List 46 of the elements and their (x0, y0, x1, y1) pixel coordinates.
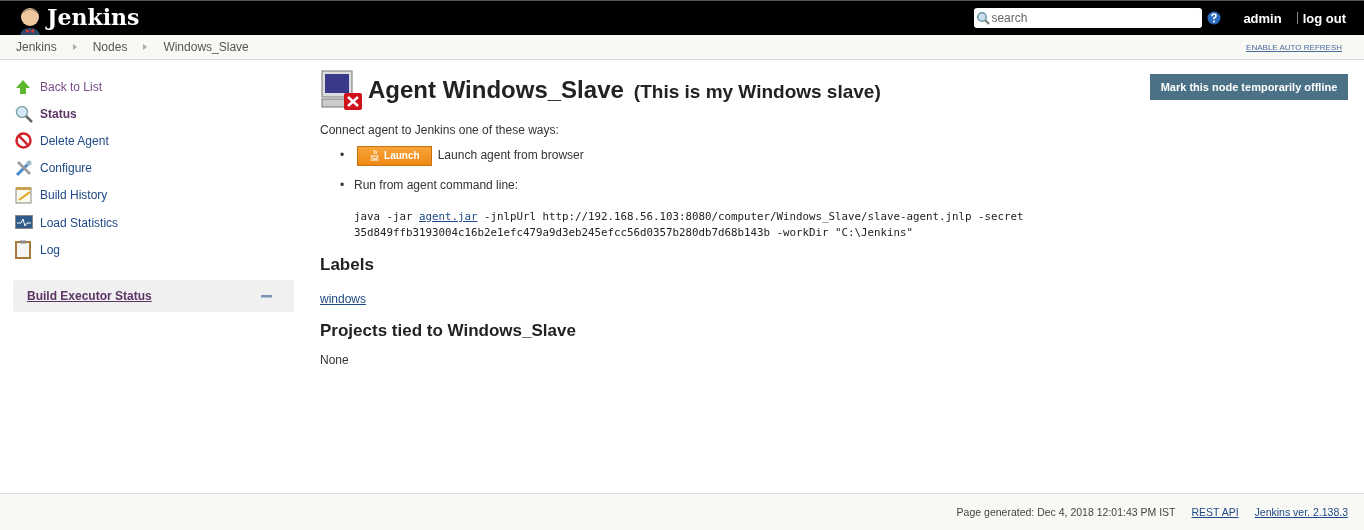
no-entry-icon (15, 132, 32, 150)
command-intro-text: Run from agent command line: (354, 178, 519, 192)
auto-refresh-link[interactable]: ENABLE AUTO REFRESH (1246, 42, 1342, 52)
sidebar-link[interactable]: Log (40, 242, 61, 257)
logo-text[interactable]: Jenkins (47, 3, 140, 30)
sidebar-link[interactable]: Back to List (40, 79, 103, 94)
help-icon[interactable] (1207, 11, 1222, 25)
page-generated-text: Page generated: Dec 4, 2018 12:01:43 PM IST (956, 506, 1176, 518)
command-text: java -jar agent.jar -jnlpUrl http://192.168.56.103:8080/computer/Windows_Slave/slave-agent.jnlp -secret 35d849ffb3193004c16b2e1efc479a9d3eb245efcc56d0357b280db7d68b143b -workDir "C:\Jenkins" (354, 209, 1025, 241)
logout-link[interactable]: log out (1302, 10, 1346, 26)
collapse-icon[interactable] (261, 292, 272, 301)
section-heading: Labels (320, 255, 375, 275)
label-link[interactable]: windows (320, 292, 367, 306)
bullet: • (340, 147, 346, 164)
up-arrow-icon (15, 78, 31, 95)
breadcrumb-link[interactable]: Jenkins (16, 40, 57, 54)
user-link[interactable]: admin (1243, 10, 1282, 26)
magnifier-icon (15, 104, 33, 123)
chevron-icon (72, 44, 77, 50)
coffee-cup-icon (370, 150, 381, 162)
chevron-icon (143, 44, 148, 50)
breadcrumb-link[interactable]: Windows_Slave (163, 40, 249, 54)
agent-jar-link[interactable]: agent.jar (419, 210, 478, 223)
monitor-icon (15, 214, 33, 231)
clipboard-icon (15, 240, 31, 260)
rest-api-link[interactable]: REST API (1191, 506, 1239, 518)
page-title: Agent Windows_Slave (368, 76, 624, 104)
bullet: • (340, 177, 346, 194)
version-link[interactable]: Jenkins ver. 2.138.3 (1254, 506, 1348, 518)
sidebar-link[interactable]: Status (40, 106, 77, 121)
projects-text: None (320, 353, 350, 367)
mark-offline-button[interactable]: Mark this node temporarily offline (1150, 74, 1348, 100)
notepad-icon (15, 186, 33, 205)
sidebar-link[interactable]: Build History (40, 188, 108, 203)
intro-text: Connect agent to Jenkins one of these ways: (320, 123, 560, 137)
agent-description: (This is my Windows slave) (633, 80, 881, 103)
section-heading: Projects tied to Windows_Slave (320, 321, 577, 341)
sidebar-link[interactable]: Delete Agent (40, 133, 109, 148)
breadcrumb-link[interactable]: Nodes (92, 40, 128, 54)
tools-icon (15, 159, 33, 178)
search-icon (976, 11, 991, 25)
sidebar-link[interactable]: Configure (40, 161, 93, 176)
panel-title-link[interactable]: Build Executor Status (27, 289, 152, 304)
search-field[interactable]: search (974, 8, 1203, 28)
launch-text: Launch agent from browser (437, 148, 584, 162)
sidebar-link[interactable]: Load Statistics (40, 215, 119, 230)
